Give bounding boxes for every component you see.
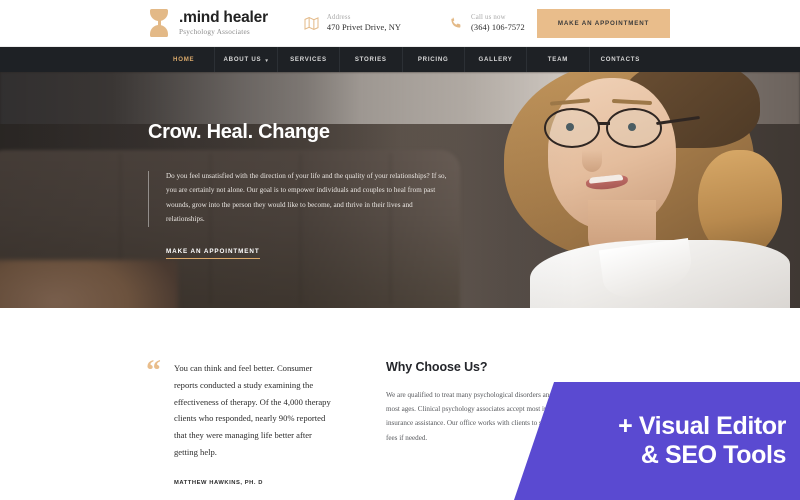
phone-icon xyxy=(449,16,463,30)
hero-content: Crow. Heal. Change Do you feel unsatisfi… xyxy=(148,121,448,260)
brand-name: .mind healer xyxy=(179,8,268,26)
phone-text-group: Call us now (364) 106-7572 xyxy=(471,14,525,32)
why-choose-us-title: Why Choose Us? xyxy=(386,360,488,374)
logo-text: .mind healer Psychology Associates xyxy=(179,8,268,37)
phone-value: (364) 106-7572 xyxy=(471,23,525,32)
map-icon xyxy=(304,16,319,30)
testimonial-body: You can think and feel better. Consumer … xyxy=(174,360,336,486)
hero-paragraph: Do you feel unsatisfied with the directi… xyxy=(166,172,447,223)
nav-item-pricing[interactable]: PRICING xyxy=(401,47,464,72)
nav-item-team[interactable]: TEAM xyxy=(526,47,588,72)
hero-section: Crow. Heal. Change Do you feel unsatisfi… xyxy=(0,72,800,308)
main-navigation: HOME ABOUT US ▾ SERVICES STORIES PRICING… xyxy=(0,47,800,72)
site-logo[interactable]: .mind healer Psychology Associates xyxy=(148,8,268,38)
nav-item-stories[interactable]: STORIES xyxy=(339,47,401,72)
header-phone[interactable]: Call us now (364) 106-7572 xyxy=(449,14,525,32)
hero-appointment-link[interactable]: MAKE AN APPOINTMENT xyxy=(166,248,260,260)
chevron-down-icon: ▾ xyxy=(265,57,269,64)
nav-label: TEAM xyxy=(547,56,569,63)
nav-label: SERVICES xyxy=(290,56,327,63)
promo-text-group: + Visual Editor & SEO Tools xyxy=(618,412,786,471)
site-header: .mind healer Psychology Associates Addre… xyxy=(0,0,800,47)
nav-item-contacts[interactable]: CONTACTS xyxy=(588,47,651,72)
promo-line-2: & SEO Tools xyxy=(640,441,787,469)
address-label: Address xyxy=(326,14,351,21)
testimonial-text: You can think and feel better. Consumer … xyxy=(174,363,331,457)
nav-item-services[interactable]: SERVICES xyxy=(276,47,339,72)
address-text-group: Address 470 Privet Drive, NY xyxy=(327,14,401,32)
quote-mark-icon: “ xyxy=(146,354,161,387)
nav-item-about-us[interactable]: ABOUT US ▾ xyxy=(214,47,276,72)
brand-tagline: Psychology Associates xyxy=(179,28,250,37)
address-value: 470 Privet Drive, NY xyxy=(326,23,402,32)
hourglass-icon xyxy=(148,8,170,38)
nav-label: STORIES xyxy=(354,56,387,63)
nav-items: HOME ABOUT US ▾ SERVICES STORIES PRICING… xyxy=(153,47,651,72)
header-address: Address 470 Privet Drive, NY xyxy=(304,14,401,32)
testimonial-author: MATTHEW HAWKINS, PH. D xyxy=(174,479,263,486)
nav-label: HOME xyxy=(173,56,195,63)
promo-line-1: + Visual Editor xyxy=(618,411,786,440)
promo-banner: + Visual Editor & SEO Tools xyxy=(514,382,800,500)
nav-label: GALLERY xyxy=(478,56,513,63)
hero-paragraph-wrap: Do you feel unsatisfied with the directi… xyxy=(148,169,448,228)
phone-label: Call us now xyxy=(471,14,506,21)
make-an-appointment-button[interactable]: MAKE AN APPOINTMENT xyxy=(537,9,670,38)
nav-item-gallery[interactable]: GALLERY xyxy=(463,47,526,72)
nav-label: CONTACTS xyxy=(600,56,641,63)
testimonial-block: “ You can think and feel better. Consume… xyxy=(146,354,336,486)
nav-label: PRICING xyxy=(417,56,449,63)
hero-title: Crow. Heal. Change xyxy=(148,121,330,143)
nav-item-home[interactable]: HOME xyxy=(153,47,214,72)
content-section: “ You can think and feel better. Consume… xyxy=(0,308,800,500)
nav-label: ABOUT US xyxy=(223,56,262,63)
